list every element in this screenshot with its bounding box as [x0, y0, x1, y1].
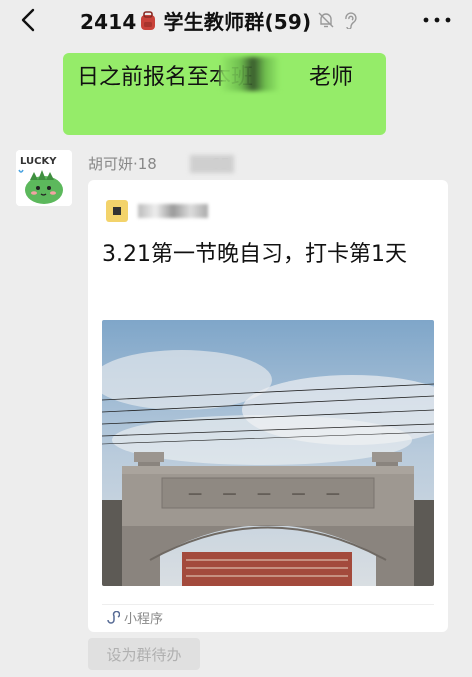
chat-title: 2414 学生教师群(59) — [80, 6, 359, 34]
lucky-dino-avatar-icon: LUCKY — [16, 150, 72, 206]
bell-off-icon — [317, 11, 335, 29]
mini-program-icon — [107, 610, 120, 624]
mini-program-card[interactable]: 3.21第一节晚自习，打卡第1天 — — — — — 小程序 — [88, 180, 448, 632]
redacted-app-name-blur — [138, 204, 208, 218]
chat-title-text: 2414 学生教师群(59) — [80, 9, 312, 34]
svg-text:LUCKY: LUCKY — [20, 156, 57, 167]
back-button[interactable] — [14, 6, 42, 34]
school-gate-photo: — — — — — — [102, 320, 434, 586]
redacted-phone-blur — [190, 155, 234, 173]
chevron-left-icon — [21, 8, 35, 32]
more-button[interactable] — [420, 8, 454, 32]
backpack-emoji-icon — [141, 10, 156, 30]
card-title: 3.21第一节晚自习，打卡第1天 — [102, 242, 407, 267]
mini-program-badge: 小程序 — [106, 608, 163, 627]
app-logo-icon — [106, 200, 128, 222]
ear-icon — [341, 11, 359, 29]
set-group-todo-button[interactable]: 设为群待办 — [88, 638, 200, 670]
top-bar: 2414 学生教师群(59) — [0, 0, 472, 40]
card-divider — [102, 604, 434, 605]
avatar[interactable]: LUCKY — [16, 150, 72, 206]
redacted-name-blur — [220, 57, 280, 91]
svg-text:— — — — —: — — — — — — [188, 486, 348, 502]
more-dots-icon — [423, 17, 451, 23]
card-header — [106, 200, 208, 222]
